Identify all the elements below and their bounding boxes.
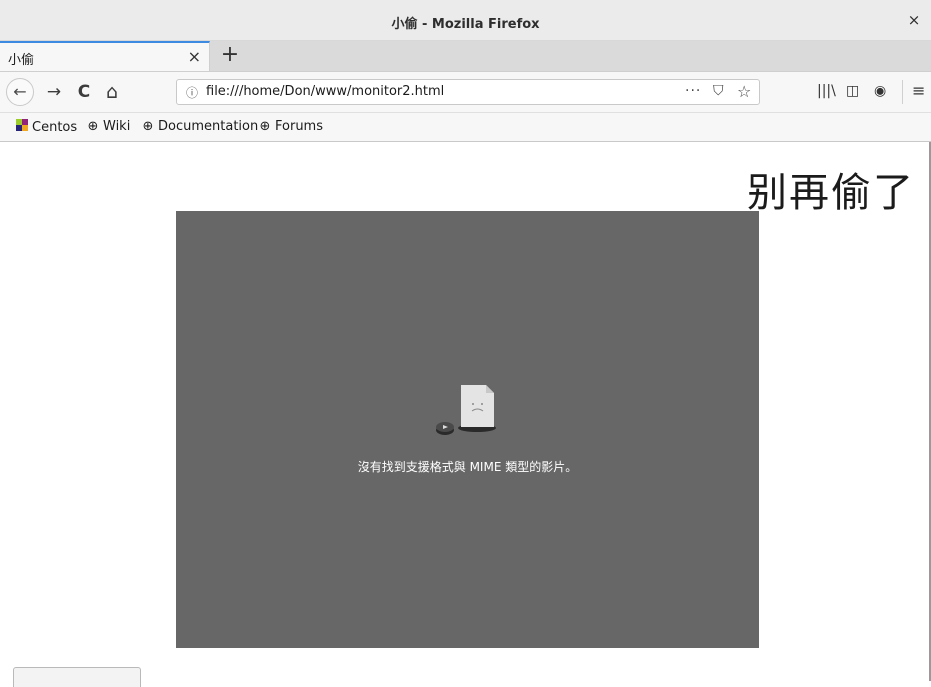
globe-icon: ⊕ — [142, 119, 154, 134]
window-titlebar: 小偷 - Mozilla Firefox × — [0, 0, 931, 41]
home-button[interactable]: ⌂ — [100, 80, 124, 104]
centos-icon — [15, 119, 29, 135]
window-close-button[interactable]: × — [905, 11, 923, 29]
url-text[interactable]: file:///home/Don/www/monitor2.html — [206, 84, 444, 99]
tab-strip: 小偷 × + — [0, 41, 931, 72]
url-bar[interactable]: ⓘ file:///home/Don/www/monitor2.html ···… — [176, 79, 760, 105]
navigation-toolbar: ← → C ⌂ ⓘ file:///home/Don/www/monitor2.… — [0, 72, 931, 113]
tab-active[interactable]: 小偷 × — [0, 41, 210, 71]
video-player[interactable]: 沒有找到支援格式與 MIME 類型的影片。 — [176, 211, 759, 648]
globe-icon: ⊕ — [87, 119, 99, 134]
new-tab-button[interactable]: + — [218, 43, 242, 67]
reload-button[interactable]: C — [72, 80, 96, 104]
bookmark-label: Forums — [275, 119, 323, 134]
video-error-message: 沒有找到支援格式與 MIME 類型的影片。 — [357, 460, 578, 474]
library-icon[interactable]: |||\ — [817, 83, 836, 99]
globe-icon: ⊕ — [259, 119, 271, 134]
page-heading: 别再偷了 — [747, 170, 915, 216]
page-button[interactable] — [13, 667, 141, 687]
window-title: 小偷 - Mozilla Firefox — [391, 17, 540, 32]
forward-button[interactable]: → — [42, 80, 66, 104]
bookmark-label: Wiki — [103, 119, 131, 134]
bookmark-centos[interactable]: Centos — [15, 119, 77, 135]
bookmark-star-icon[interactable]: ☆ — [737, 82, 751, 101]
bookmark-label: Centos — [32, 120, 78, 135]
toolbar-separator — [902, 80, 903, 104]
back-button[interactable]: ← — [6, 78, 34, 106]
sidebar-icon[interactable]: ◫ — [846, 83, 859, 99]
page-content: 别再偷了 沒有找到支援格式與 MIME 類型的影片。 — [0, 142, 931, 687]
bookmarks-toolbar: Centos ⊕ Wiki ⊕ Documentation ⊕ Forums — [0, 113, 931, 142]
info-icon[interactable]: ⓘ — [186, 84, 198, 101]
bookmark-forums[interactable]: ⊕ Forums — [258, 119, 323, 134]
broken-video-icon — [436, 385, 496, 435]
bookmark-wiki[interactable]: ⊕ Wiki — [86, 119, 131, 134]
tab-close-button[interactable]: × — [188, 47, 201, 66]
bookmark-label: Documentation — [158, 119, 259, 134]
menu-icon[interactable]: ≡ — [912, 81, 925, 100]
account-icon[interactable]: ◉ — [874, 83, 886, 99]
bookmark-documentation[interactable]: ⊕ Documentation — [141, 119, 259, 134]
tab-label: 小偷 — [8, 53, 35, 68]
pocket-icon[interactable]: ⛉ — [713, 83, 724, 99]
page-actions-icon[interactable]: ··· — [685, 83, 701, 99]
